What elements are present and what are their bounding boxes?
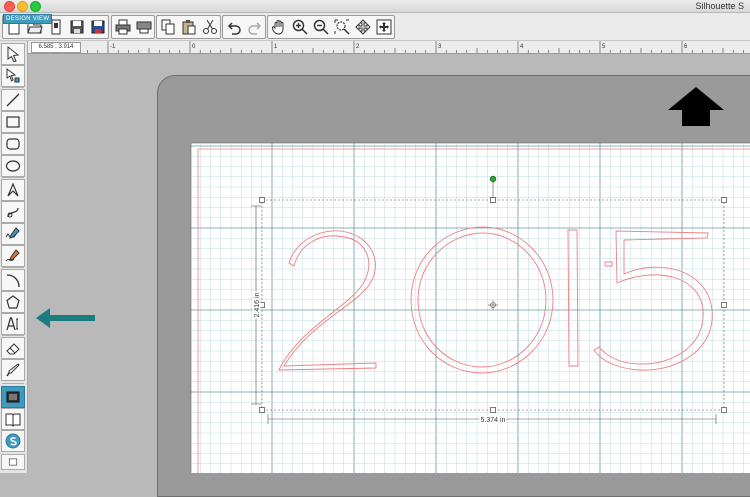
- save-button[interactable]: [66, 16, 87, 38]
- rectangle-tool-button[interactable]: [1, 111, 25, 133]
- horizontal-ruler: 6.585 , 3.914 -1 0 1 2 3 4 5 6: [28, 41, 750, 54]
- cut-settings-icon: [136, 21, 151, 34]
- annotation-arrow-icon: [36, 308, 95, 328]
- smooth-freehand-icon: [5, 249, 20, 262]
- regular-polygon-icon: [6, 295, 20, 309]
- store-icon: [5, 433, 21, 449]
- regular-polygon-tool-button[interactable]: [1, 291, 25, 313]
- close-window-button[interactable]: [4, 1, 15, 12]
- save-to-library-icon: [91, 20, 104, 34]
- tool-separator: [2, 335, 24, 336]
- ruler-tick-label: 3: [438, 44, 442, 50]
- pan-button[interactable]: [268, 16, 289, 38]
- eraser-tool-button[interactable]: [1, 337, 25, 359]
- ruler-tick-label: 5: [602, 44, 606, 50]
- tool-separator: [2, 87, 24, 88]
- curve-icon: [7, 207, 19, 218]
- print-button[interactable]: [112, 16, 133, 38]
- fit-to-page-icon: [376, 19, 391, 35]
- cut-icon: [202, 19, 217, 34]
- ruler-tick-label: 2: [356, 44, 360, 50]
- tool-separator: [2, 383, 24, 384]
- ruler-tick-label: 1: [274, 44, 278, 50]
- copy-button[interactable]: [157, 16, 178, 38]
- ellipse-tool-button[interactable]: [1, 155, 25, 177]
- text-tool-button[interactable]: [1, 313, 25, 335]
- arc-tool-button[interactable]: [1, 269, 25, 291]
- save-icon: [70, 20, 83, 34]
- zoom-out-icon: [313, 19, 329, 35]
- page-setup-icon: [8, 458, 18, 466]
- ellipse-icon: [5, 160, 21, 172]
- line-icon: [6, 93, 20, 107]
- zoom-toolbar-group: [267, 15, 395, 39]
- cut-settings-button[interactable]: [133, 16, 154, 38]
- library-button[interactable]: [1, 408, 25, 430]
- zoom-drag-icon: [354, 19, 371, 35]
- curve-tool-button[interactable]: [1, 201, 25, 223]
- store-button[interactable]: [1, 430, 25, 452]
- minimize-window-button[interactable]: [17, 1, 28, 12]
- line-tool-button[interactable]: [1, 89, 25, 111]
- copy-icon: [161, 19, 174, 35]
- freehand-icon: [5, 227, 20, 239]
- rectangle-icon: [6, 116, 20, 128]
- page-setup-button[interactable]: [1, 454, 25, 470]
- paste-icon: [182, 20, 195, 35]
- ruler-tick-label: 6: [684, 44, 688, 50]
- paste-button[interactable]: [178, 16, 199, 38]
- zoom-window-button[interactable]: [30, 1, 41, 12]
- tool-separator: [2, 267, 24, 268]
- smooth-freehand-tool-button[interactable]: [1, 245, 25, 267]
- save-to-library-button[interactable]: [87, 16, 108, 38]
- ruler-tick-label: 0: [192, 44, 196, 50]
- rounded-rectangle-tool-button[interactable]: [1, 133, 25, 155]
- text-icon: [6, 317, 18, 331]
- ruler-ticks: -1 0 1 2 3 4 5 6: [87, 41, 744, 53]
- pan-hand-icon: [271, 20, 283, 35]
- redo-button[interactable]: [244, 16, 265, 38]
- freehand-tool-button[interactable]: [1, 223, 25, 245]
- cutting-mat: [157, 75, 750, 497]
- undo-icon: [227, 22, 241, 35]
- zoom-in-icon: [292, 19, 308, 35]
- fit-to-page-button[interactable]: [373, 16, 394, 38]
- knife-icon: [6, 363, 20, 377]
- zoom-drag-button[interactable]: [352, 16, 373, 38]
- arc-icon: [6, 274, 20, 288]
- design-page-icon: [6, 391, 20, 403]
- knife-tool-button[interactable]: [1, 359, 25, 381]
- zoom-select-button[interactable]: [331, 16, 352, 38]
- redo-icon: [247, 22, 261, 35]
- tool-separator: [2, 177, 24, 178]
- title-bar: Silhouette S: [0, 0, 750, 13]
- point-edit-tool-button[interactable]: [1, 65, 25, 87]
- clipboard-toolbar-group: [156, 15, 221, 39]
- polygon-icon: [7, 182, 19, 197]
- select-tool-button[interactable]: [1, 43, 25, 65]
- cut-button[interactable]: [199, 16, 220, 38]
- window-title: Silhouette S: [695, 1, 744, 11]
- library-icon: [5, 413, 21, 427]
- design-view-label: DESIGN VIEW: [3, 14, 53, 24]
- undo-button[interactable]: [223, 16, 244, 38]
- design-page-button[interactable]: [1, 386, 25, 408]
- rounded-rectangle-icon: [6, 138, 20, 150]
- zoom-in-button[interactable]: [289, 16, 310, 38]
- ruler-tick-label: 4: [520, 44, 524, 50]
- print-icon: [115, 19, 130, 35]
- polygon-tool-button[interactable]: [1, 179, 25, 201]
- select-icon: [7, 46, 20, 62]
- main-toolbar: [0, 13, 750, 41]
- zoom-out-button[interactable]: [310, 16, 331, 38]
- tools-sidebar: [0, 41, 28, 473]
- eraser-icon: [6, 343, 20, 355]
- point-edit-icon: [6, 68, 20, 83]
- zoom-select-icon: [334, 19, 350, 35]
- history-toolbar-group: [222, 15, 266, 39]
- print-toolbar-group: [111, 15, 155, 39]
- ruler-tick-label: -1: [110, 44, 116, 50]
